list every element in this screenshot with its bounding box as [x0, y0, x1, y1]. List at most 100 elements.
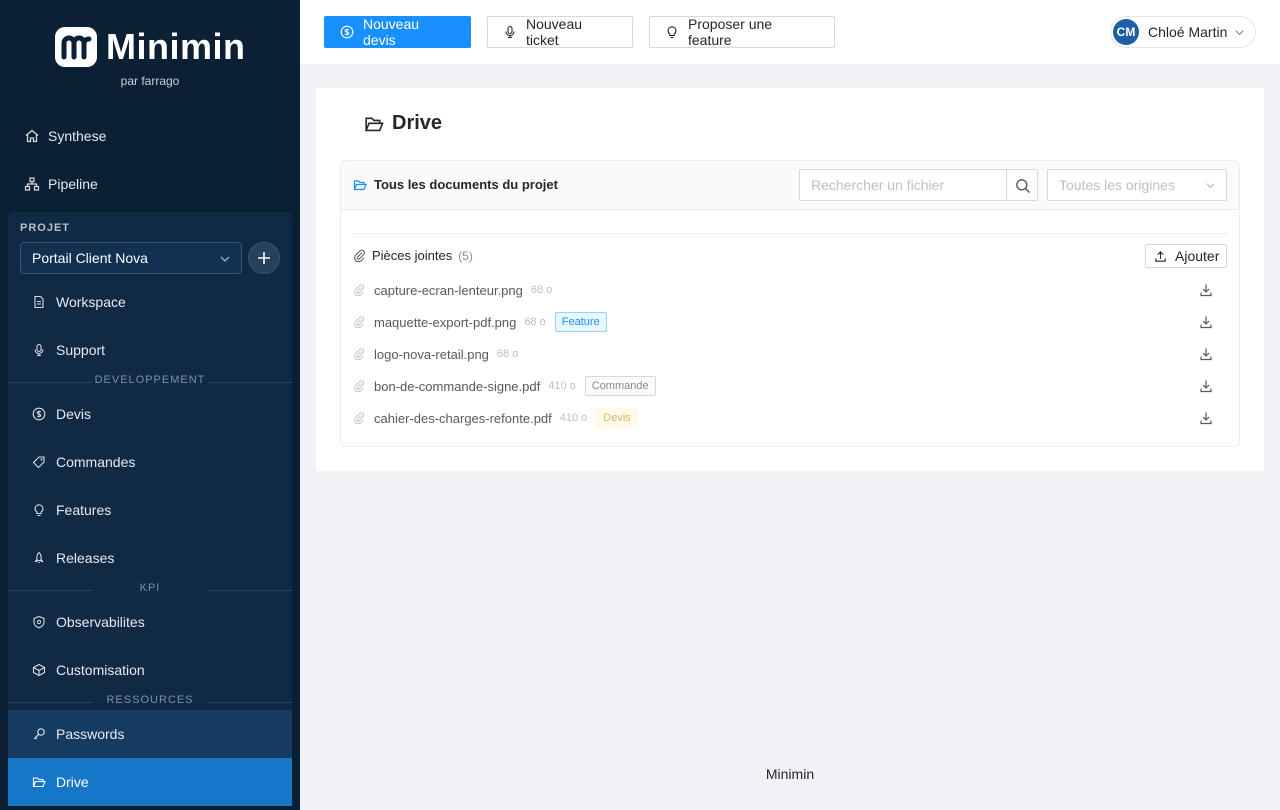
download-icon[interactable] [1199, 283, 1213, 297]
documents-card: Tous les documents du projet Rechercher … [340, 160, 1240, 447]
button-label: Proposer une feature [688, 16, 773, 48]
search-input[interactable]: Rechercher un fichier [799, 169, 1007, 201]
chevron-down-icon [1234, 27, 1245, 38]
file-size: 410 o [559, 412, 588, 424]
file-row[interactable]: capture-ecran-lenteur.png 68 o [353, 274, 1227, 306]
shield-icon [32, 615, 46, 629]
file-icon [32, 295, 46, 309]
folder-open-icon [353, 178, 367, 192]
nav-item-pipeline[interactable]: Pipeline [0, 160, 300, 208]
add-file-label: Ajouter [1175, 248, 1220, 264]
footer: Minimin [765, 766, 815, 782]
search-icon [1016, 179, 1031, 194]
file-row[interactable]: bon-de-commande-signe.pdf 410 o Commande [353, 370, 1227, 402]
folder-open-icon [32, 775, 46, 789]
file-name[interactable]: cahier-des-charges-refonte.pdf [374, 411, 552, 426]
file-name[interactable]: logo-nova-retail.png [374, 347, 489, 362]
sidebar: Minimin par farrago Synthese Pipeline PR… [0, 0, 300, 810]
file-name[interactable]: maquette-export-pdf.png [374, 315, 516, 330]
bulb-icon [32, 503, 46, 517]
file-row[interactable]: cahier-des-charges-refonte.pdf 410 o Dev… [353, 402, 1227, 434]
file-name[interactable]: capture-ecran-lenteur.png [374, 283, 523, 298]
add-file-button[interactable]: Ajouter [1145, 244, 1227, 268]
project-select-value: Portail Client Nova [32, 250, 148, 266]
download-icon[interactable] [1199, 379, 1213, 393]
attachments-header: Pièces jointes (5) [353, 248, 473, 263]
sidebar-item-drive[interactable]: Drive [8, 758, 292, 806]
page-title: Drive [364, 112, 442, 135]
project-section-label: PROJET [20, 222, 71, 234]
sidebar-item-features[interactable]: Features [8, 486, 292, 534]
project-select[interactable]: Portail Client Nova [20, 242, 242, 274]
sidebar-item-passwords[interactable]: Passwords [8, 710, 292, 758]
attachments-count: (5) [458, 248, 473, 263]
user-name: Chloé Martin [1148, 24, 1228, 40]
sidebar-item-label: Customisation [56, 662, 145, 678]
paperclip-icon [353, 380, 365, 392]
plus-icon [258, 252, 270, 264]
sidebar-item-commandes[interactable]: Commandes [8, 438, 292, 486]
logo-icon [55, 27, 97, 67]
file-size: 68 o [524, 316, 546, 328]
sidebar-item-label: Observabilites [56, 614, 145, 630]
new-ticket-button[interactable]: Nouveau ticket [487, 16, 633, 48]
bulb-icon [665, 25, 679, 39]
sidebar-item-observabilites[interactable]: Observabilites [8, 598, 292, 646]
sidebar-item-label: Commandes [56, 454, 136, 470]
file-row[interactable]: maquette-export-pdf.png 68 o Feature [353, 306, 1227, 338]
microphone-icon [32, 343, 46, 357]
chevron-down-icon [219, 253, 231, 265]
paperclip-icon [353, 348, 365, 360]
paperclip-icon [353, 316, 365, 328]
sitemap-icon [24, 176, 40, 192]
project-panel: PROJET Portail Client Nova Workspace Sup… [8, 212, 292, 806]
paperclip-icon [353, 249, 366, 262]
divider [353, 233, 1227, 234]
user-menu[interactable]: CM Chloé Martin [1110, 16, 1256, 48]
file-name[interactable]: bon-de-commande-signe.pdf [374, 379, 540, 394]
home-icon [24, 128, 40, 144]
file-size: 68 o [496, 348, 519, 360]
new-quote-button[interactable]: Nouveau devis [324, 16, 471, 48]
brand-subtitle: par farrago [120, 74, 180, 88]
microphone-icon [503, 25, 517, 39]
suggest-feature-button[interactable]: Proposer une feature [649, 16, 835, 48]
sidebar-item-releases[interactable]: Releases [8, 534, 292, 582]
main-nav: Synthese Pipeline [0, 112, 300, 208]
nav-item-synthese[interactable]: Synthese [0, 112, 300, 160]
section-label-dev: DEVELOPPEMENT [8, 374, 292, 390]
file-size: 68 o [530, 284, 553, 296]
download-icon[interactable] [1199, 315, 1213, 329]
sidebar-item-label: Features [56, 502, 112, 518]
dollar-icon [32, 407, 46, 421]
project-nav: Workspace Support DEVELOPPEMENT Devis Co… [8, 278, 292, 806]
search-button[interactable] [1006, 169, 1038, 201]
file-row[interactable]: logo-nova-retail.png 68 o [353, 338, 1227, 370]
origin-select[interactable]: Toutes les origines [1047, 169, 1227, 201]
brand-name: Minimin [106, 26, 246, 67]
sidebar-item-customisation[interactable]: Customisation [8, 646, 292, 694]
sidebar-item-label: Support [56, 342, 106, 358]
add-project-button[interactable] [248, 242, 280, 274]
attachments-label: Pièces jointes [372, 248, 453, 263]
paperclip-icon [353, 412, 365, 424]
sidebar-item-support[interactable]: Support [8, 326, 292, 374]
sidebar-item-devis[interactable]: Devis [8, 390, 292, 438]
paperclip-icon [353, 284, 365, 296]
file-size: 410 o [548, 380, 576, 392]
download-icon[interactable] [1199, 347, 1213, 361]
sidebar-item-label: Drive [56, 774, 89, 790]
file-tag: Feature [554, 312, 607, 332]
logo[interactable]: Minimin par farrago [0, 24, 300, 94]
card-title-text: Tous les documents du projet [374, 177, 558, 192]
sidebar-item-workspace[interactable]: Workspace [8, 278, 292, 326]
section-label-kpi: KPI [8, 582, 292, 598]
key-icon [32, 727, 46, 741]
top-header: Nouveau devis Nouveau ticket Proposer un… [300, 0, 1280, 64]
dollar-icon [340, 25, 354, 39]
download-icon[interactable] [1199, 411, 1213, 425]
drive-page: Drive Tous les documents du projet Reche… [316, 88, 1264, 471]
tag-icon [32, 455, 46, 469]
cube-icon [32, 663, 46, 677]
card-header: Tous les documents du projet Rechercher … [341, 161, 1239, 210]
